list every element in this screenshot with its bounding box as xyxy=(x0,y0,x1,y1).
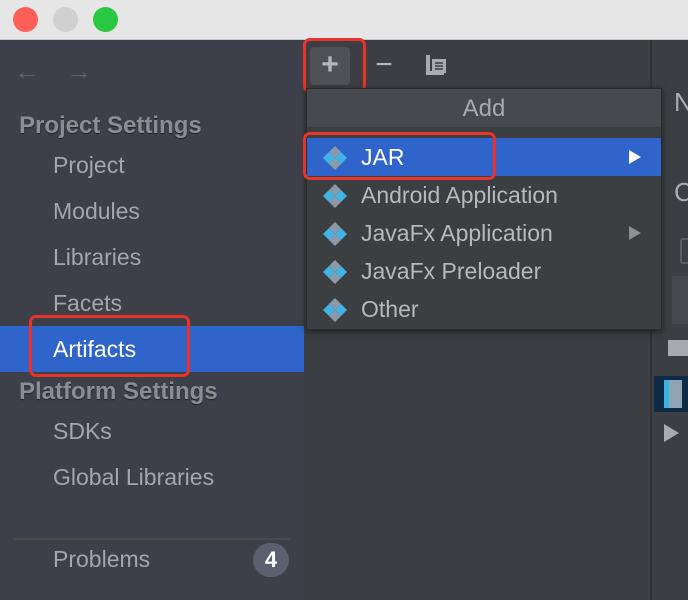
sidebar-item-sdks[interactable]: SDKs xyxy=(0,408,304,454)
forward-arrow-icon[interactable]: → xyxy=(66,56,92,87)
copy-button[interactable] xyxy=(416,47,456,85)
problems-count-badge: 4 xyxy=(253,543,289,577)
maximize-window-button[interactable] xyxy=(93,7,118,32)
menu-item-label: Android Application xyxy=(361,182,558,208)
artifact-icon xyxy=(323,298,347,322)
back-arrow-icon[interactable]: ← xyxy=(14,56,40,87)
right-label-1: N xyxy=(674,87,688,117)
sidebar-item-modules[interactable]: Modules xyxy=(0,188,304,234)
add-menu: Add JAR Android Application JavaFx Appli… xyxy=(306,88,662,330)
highlight-artifacts xyxy=(29,315,190,377)
menu-item-javafx-application[interactable]: JavaFx Application xyxy=(307,214,661,252)
section-platform-settings: Platform Settings xyxy=(19,378,218,405)
copy-icon xyxy=(426,55,446,75)
sidebar-item-libraries[interactable]: Libraries xyxy=(0,234,304,280)
minimize-window-button[interactable] xyxy=(53,7,78,32)
menu-item-label: JavaFx Preloader xyxy=(361,258,542,284)
archive-icon xyxy=(664,380,682,408)
folder-icon xyxy=(668,340,688,356)
artifact-icon xyxy=(323,184,347,208)
submenu-arrow-icon xyxy=(629,150,641,164)
input-field[interactable] xyxy=(680,238,688,264)
menu-item-label: Other xyxy=(361,296,419,322)
remove-button[interactable]: − xyxy=(364,47,404,85)
menu-item-javafx-preloader[interactable]: JavaFx Preloader xyxy=(307,252,661,290)
close-window-button[interactable] xyxy=(13,7,38,32)
sidebar-item-global-libraries[interactable]: Global Libraries xyxy=(0,454,304,500)
menu-title: Add xyxy=(307,89,661,127)
menu-item-other[interactable]: Other xyxy=(307,290,661,328)
artifact-icon xyxy=(323,260,347,284)
artifact-icon xyxy=(323,222,347,246)
title-bar xyxy=(0,0,688,40)
submenu-arrow-icon xyxy=(629,226,641,240)
section-project-settings: Project Settings xyxy=(19,112,202,139)
expand-arrow-icon[interactable] xyxy=(664,424,679,442)
highlight-jar xyxy=(303,132,496,180)
archive-row[interactable] xyxy=(654,376,688,412)
menu-item-android-application[interactable]: Android Application xyxy=(307,176,661,214)
tab-strip xyxy=(672,276,688,324)
sidebar-item-project[interactable]: Project xyxy=(0,142,304,188)
right-label-2: C xyxy=(674,177,688,207)
highlight-add-button xyxy=(303,38,366,93)
menu-item-label: JavaFx Application xyxy=(361,220,553,246)
